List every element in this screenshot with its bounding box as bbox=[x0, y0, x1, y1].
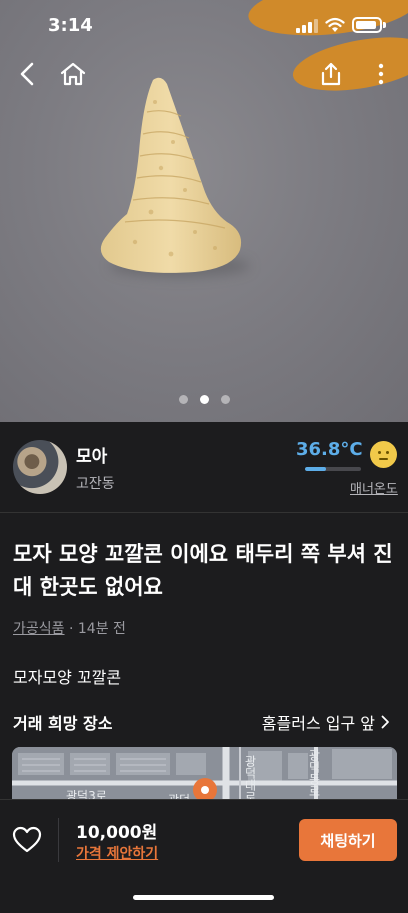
post-time: · 14분 전 bbox=[68, 621, 126, 637]
chevron-left-icon bbox=[20, 62, 34, 86]
back-button[interactable] bbox=[11, 58, 43, 90]
heart-icon bbox=[12, 826, 42, 853]
category-link[interactable]: 가공식품 bbox=[13, 621, 65, 637]
manner-temperature: 36.8°C bbox=[296, 439, 363, 460]
more-options-button[interactable] bbox=[365, 58, 397, 90]
status-time: 3:14 bbox=[48, 15, 93, 36]
divider bbox=[58, 818, 59, 862]
trade-place-link[interactable]: 홈플러스 입구 앞 bbox=[262, 710, 390, 734]
share-icon bbox=[321, 62, 341, 86]
share-button[interactable] bbox=[315, 58, 347, 90]
seller-profile[interactable]: 모아 고잔동 36.8°C 매너온도 bbox=[0, 422, 408, 513]
seller-location: 고잔동 bbox=[76, 476, 115, 492]
home-indicator bbox=[133, 895, 274, 900]
price: 10,000원 bbox=[76, 823, 158, 843]
pagination-dot[interactable] bbox=[178, 395, 188, 404]
status-bar: 3:14 bbox=[0, 0, 408, 52]
post-description: 모자모양 꼬깔콘 bbox=[13, 668, 122, 687]
battery-tip bbox=[383, 22, 386, 28]
pagination-dot[interactable] bbox=[220, 395, 230, 404]
home-icon bbox=[60, 62, 86, 86]
temperature-bar-fill bbox=[305, 467, 326, 471]
neutral-face-icon bbox=[370, 441, 397, 468]
more-vertical-icon bbox=[378, 63, 384, 85]
like-button[interactable] bbox=[12, 826, 42, 854]
temperature-bar bbox=[305, 467, 361, 471]
chat-button[interactable]: 채팅하기 bbox=[299, 819, 397, 861]
post-title: 모자 모양 꼬깔콘 이에요 태두리 쪽 부셔 진대 한곳도 없어요 bbox=[13, 542, 393, 599]
battery-icon bbox=[352, 17, 382, 33]
product-photo[interactable]: 3:14 bbox=[0, 0, 408, 422]
chevron-right-icon bbox=[381, 714, 390, 733]
map-label-road: 광덕동로 bbox=[307, 749, 321, 797]
map-label-road: 광덕대로 bbox=[243, 755, 257, 803]
cellular-signal-icon bbox=[296, 19, 318, 33]
trade-place-label: 거래 희망 장소 bbox=[13, 714, 113, 733]
bottom-action-bar: 10,000원 가격 제안하기 채팅하기 bbox=[0, 799, 408, 913]
manner-temperature-link[interactable]: 매너온도 bbox=[350, 478, 398, 497]
wifi-icon bbox=[325, 17, 345, 32]
seller-avatar[interactable] bbox=[13, 440, 67, 494]
photo-pagination bbox=[0, 395, 408, 404]
home-button[interactable] bbox=[57, 58, 89, 90]
seller-name[interactable]: 모아 bbox=[76, 442, 107, 467]
post-meta: 가공식품 · 14분 전 bbox=[13, 618, 126, 638]
pagination-dot[interactable] bbox=[199, 395, 209, 404]
trade-place-value: 홈플러스 입구 앞 bbox=[261, 714, 375, 733]
price-offer-link[interactable]: 가격 제안하기 bbox=[76, 843, 158, 863]
cone-snack-image bbox=[100, 77, 242, 273]
